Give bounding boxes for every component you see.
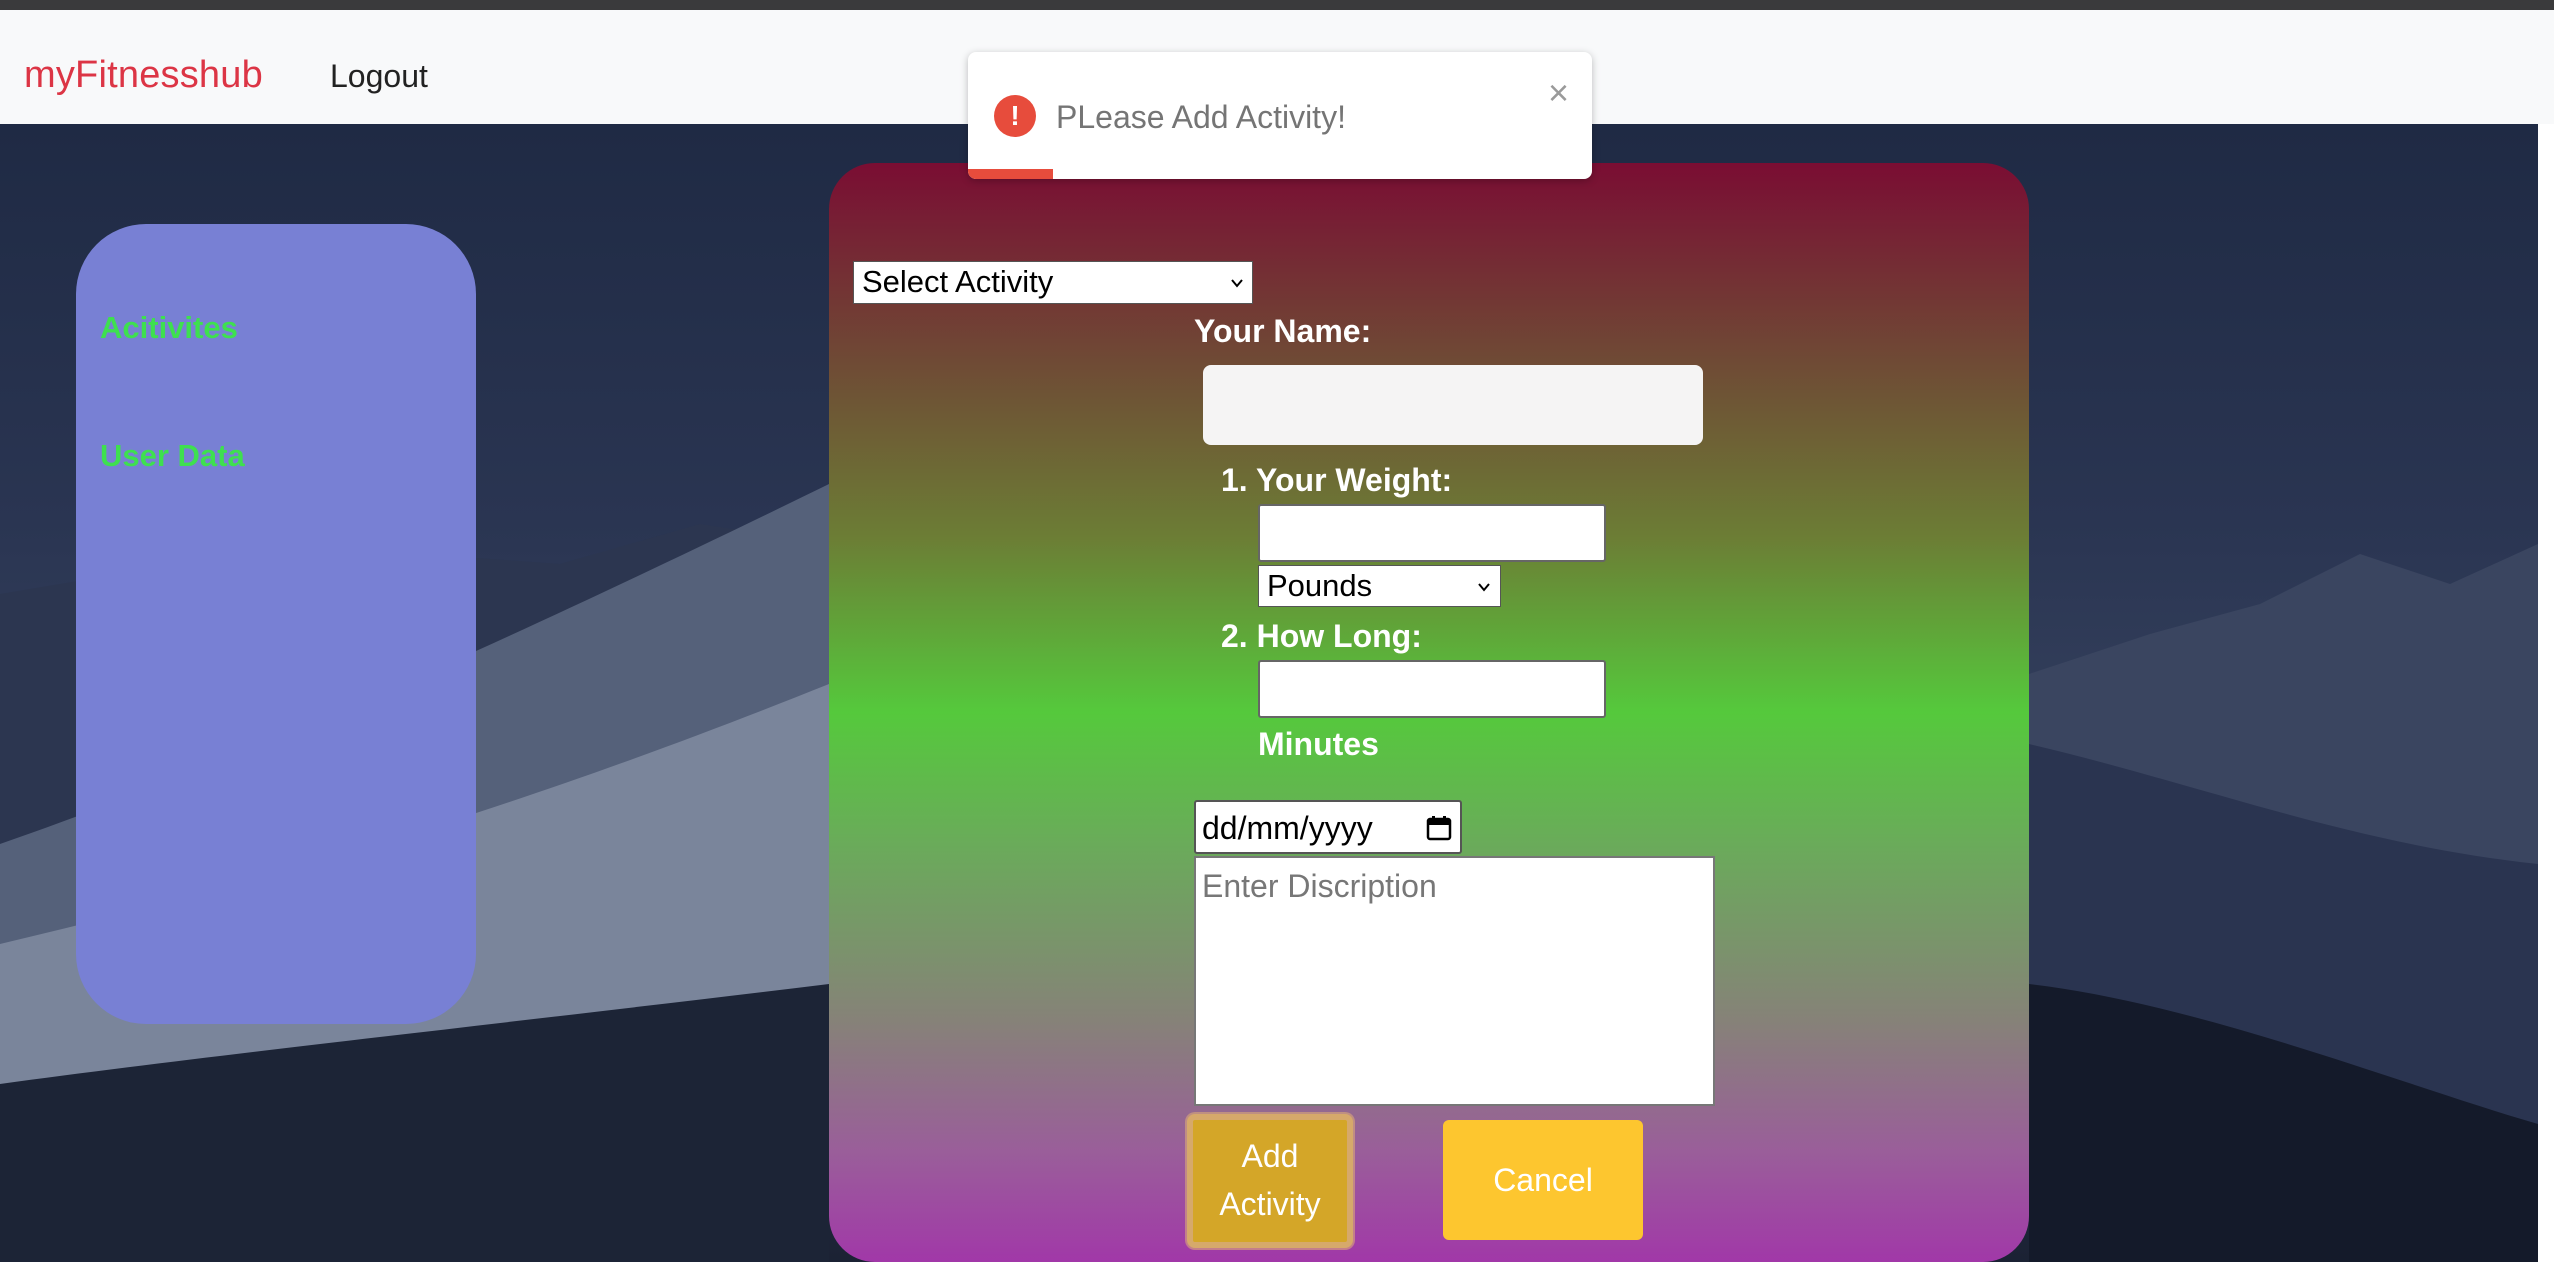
- duration-label: 2. How Long:: [1221, 618, 1422, 654]
- sidebar: Acitivites User Data: [76, 224, 476, 1024]
- sidebar-item-user-data[interactable]: User Data: [100, 438, 245, 474]
- toast-progress-bar: [968, 169, 1053, 179]
- calendar-icon[interactable]: [1426, 815, 1452, 841]
- weight-label: 1. Your Weight:: [1221, 462, 1453, 498]
- sidebar-item-activities[interactable]: Acitivites: [100, 310, 238, 346]
- activity-select[interactable]: Select Activity: [853, 261, 1253, 304]
- window-edge: [2538, 124, 2554, 1262]
- brand-logo[interactable]: myFitnesshub: [24, 54, 263, 97]
- duration-input[interactable]: [1258, 660, 1606, 718]
- chevron-down-icon: [1478, 583, 1490, 592]
- units-select-value: Pounds: [1267, 568, 1373, 603]
- description-placeholder: Enter Discription: [1202, 868, 1437, 904]
- description-textarea[interactable]: Enter Discription: [1194, 856, 1715, 1106]
- close-icon[interactable]: ×: [1548, 72, 1569, 114]
- date-input[interactable]: dd/mm/yyyy: [1194, 800, 1462, 854]
- chevron-down-icon: [1231, 279, 1243, 288]
- activity-select-value: Select Activity: [862, 264, 1054, 299]
- logout-link[interactable]: Logout: [330, 58, 428, 95]
- toast-message: PLease Add Activity!: [1056, 99, 1346, 135]
- weight-input[interactable]: [1258, 504, 1606, 562]
- name-input[interactable]: [1203, 365, 1703, 445]
- error-toast: ! PLease Add Activity! ×: [968, 52, 1592, 179]
- exclamation-icon: !: [994, 95, 1036, 137]
- date-placeholder: dd/mm/yyyy: [1202, 810, 1373, 846]
- minutes-label: Minutes: [1258, 726, 1379, 762]
- add-button-line1: Add: [1241, 1138, 1299, 1174]
- add-activity-button[interactable]: Add Activity: [1187, 1114, 1353, 1248]
- cancel-button[interactable]: Cancel: [1443, 1120, 1643, 1240]
- window-top-strip: [0, 0, 2554, 10]
- add-button-line2: Activity: [1219, 1186, 1321, 1222]
- units-select[interactable]: Pounds: [1258, 565, 1501, 607]
- name-label: Your Name:: [1194, 313, 1372, 349]
